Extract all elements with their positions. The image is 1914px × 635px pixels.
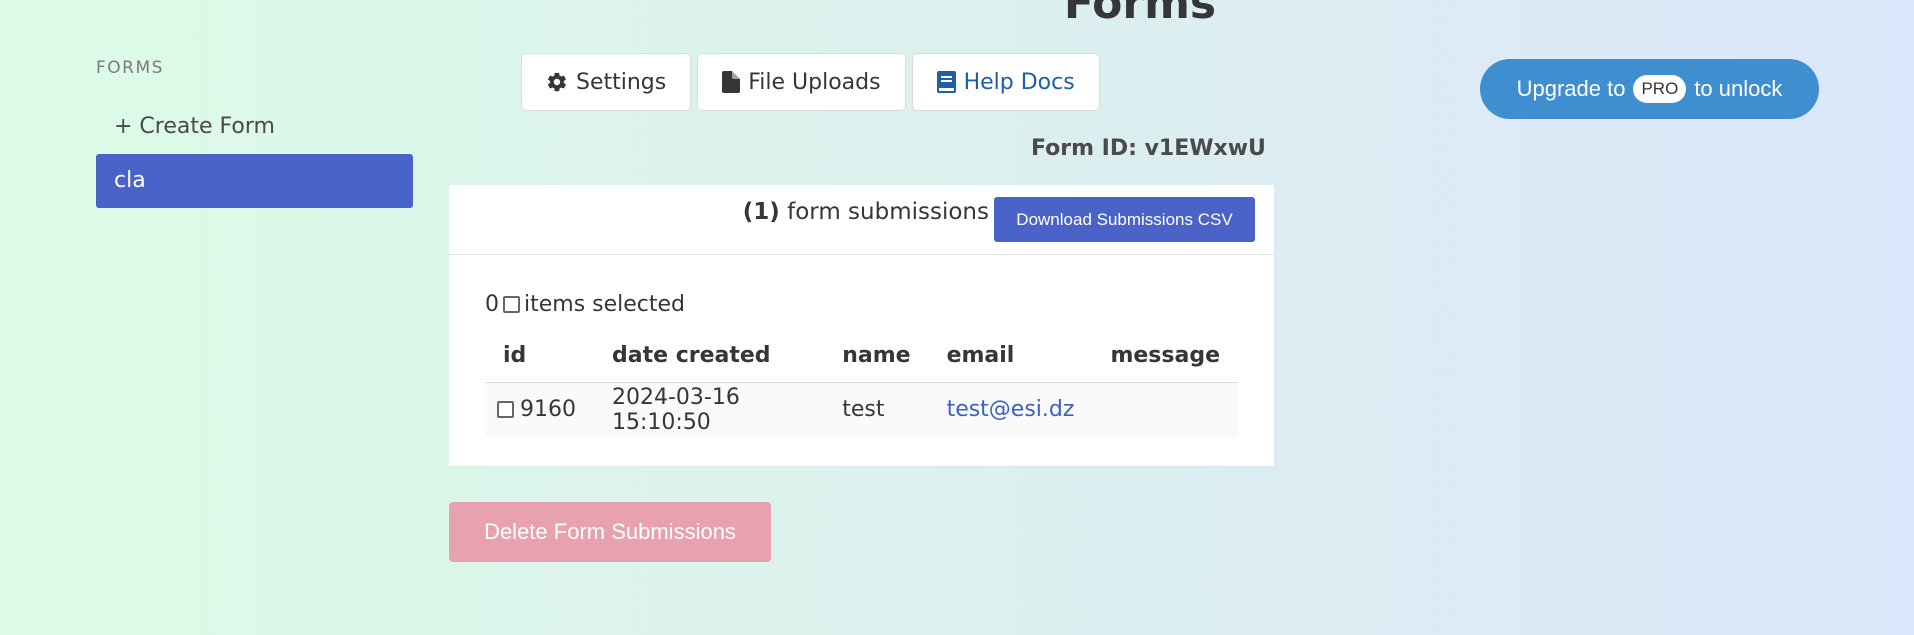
tab-settings-label: Settings [576, 69, 667, 95]
tab-file-uploads-label: File Uploads [748, 69, 881, 95]
submission-count: (1) form submissions [743, 199, 989, 225]
row-checkbox[interactable] [497, 401, 514, 418]
gear-icon [546, 71, 568, 93]
column-header-message[interactable]: message [1092, 330, 1238, 383]
column-header-id[interactable]: id [485, 330, 594, 383]
pro-badge: PRO [1633, 75, 1687, 103]
delete-submissions-button[interactable]: Delete Form Submissions [449, 502, 771, 562]
sidebar: FORMS + Create Form cla [96, 56, 413, 208]
selection-summary: 0 items selected [485, 292, 685, 317]
tab-help-docs[interactable]: Help Docs [911, 53, 1100, 111]
submission-count-label: form submissions [787, 199, 989, 225]
page-title: Forms [1063, 0, 1217, 29]
cell-date-created: 2024-03-16 15:10:50 [594, 382, 825, 437]
cell-id: 9160 [485, 382, 594, 437]
submissions-card: (1) form submissions Download Submission… [449, 185, 1274, 466]
form-tabs: Settings File Uploads Help Docs [521, 53, 1100, 111]
sidebar-item-create-form[interactable]: + Create Form [96, 100, 413, 154]
upgrade-button[interactable]: Upgrade to PRO to unlock [1480, 59, 1819, 119]
column-header-email[interactable]: email [928, 330, 1093, 383]
selected-count: 0 [485, 292, 499, 317]
tab-help-docs-label: Help Docs [963, 69, 1075, 95]
download-csv-button[interactable]: Download Submissions CSV [994, 197, 1255, 242]
submission-count-number: (1) [742, 199, 780, 225]
table-row[interactable]: 9160 2024-03-16 15:10:50 test test@esi.d… [485, 382, 1238, 437]
selected-label: items selected [524, 292, 686, 317]
row-id: 9160 [520, 397, 576, 422]
cell-message [1092, 382, 1238, 437]
upgrade-suffix: to unlock [1694, 76, 1783, 101]
sidebar-item-cla[interactable]: cla [96, 154, 413, 208]
tab-file-uploads[interactable]: File Uploads [697, 53, 906, 111]
submissions-table: id date created name email message 9160 … [485, 330, 1238, 437]
cell-name: test [824, 382, 929, 437]
book-icon [936, 71, 956, 93]
table-header-row: id date created name email message [485, 330, 1238, 383]
form-id-label: Form ID: v1EWxwU [1031, 136, 1266, 161]
tab-settings[interactable]: Settings [521, 53, 692, 111]
column-header-date-created[interactable]: date created [594, 330, 825, 383]
column-header-name[interactable]: name [824, 330, 929, 383]
select-all-checkbox[interactable] [503, 296, 520, 313]
file-icon [722, 71, 741, 93]
upgrade-prefix: Upgrade to [1516, 76, 1626, 101]
submissions-card-header: (1) form submissions Download Submission… [449, 185, 1274, 255]
cell-email-link[interactable]: test@esi.dz [928, 382, 1093, 437]
sidebar-section-label: FORMS [96, 58, 164, 78]
